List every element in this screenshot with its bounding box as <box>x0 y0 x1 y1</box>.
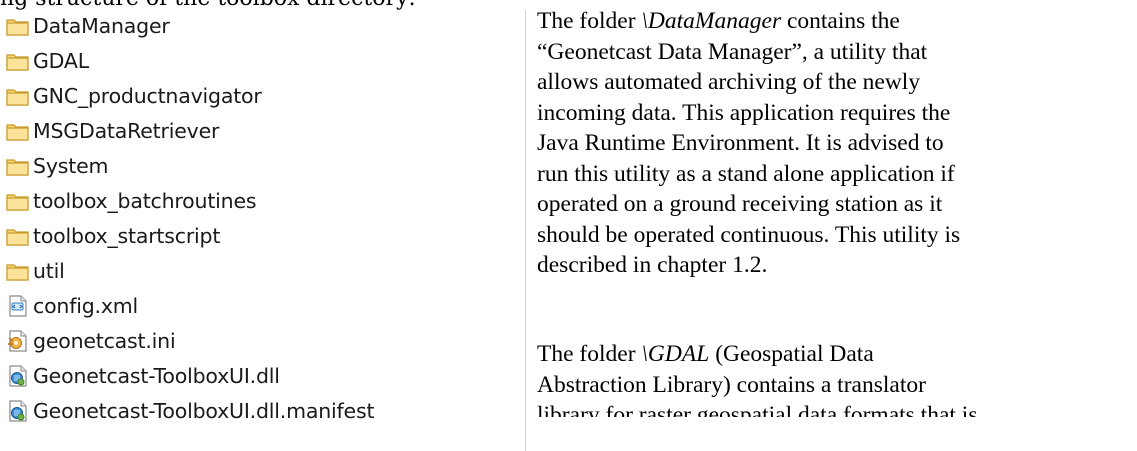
folder-icon <box>6 260 30 282</box>
file-name-label: toolbox_batchroutines <box>33 189 257 213</box>
file-name-label: util <box>33 259 65 283</box>
text-line: The folder \GDAL (Geospatial Data <box>537 339 1137 370</box>
text-line: described in chapter 1.2. <box>537 252 768 278</box>
list-item-folder-gnc-productnavigator[interactable]: GNC_productnavigator <box>6 80 262 112</box>
text-line: incoming data. This application requires… <box>537 99 951 126</box>
list-item-folder-msgdataretriever[interactable]: MSGDataRetriever <box>6 115 219 147</box>
text-run: (Geospatial Data <box>709 341 874 367</box>
file-name-label: Geonetcast-ToolboxUI.dll <box>33 364 280 388</box>
file-name-label: System <box>33 154 109 178</box>
ini-file-icon <box>6 330 30 352</box>
list-item-file-geonetcast-toolboxui-dll[interactable]: Geonetcast-ToolboxUI.dll <box>6 360 280 392</box>
dll-file-icon <box>6 365 30 387</box>
folder-icon <box>6 120 30 142</box>
text-line: Java Runtime Environment. It is advised … <box>537 130 944 156</box>
file-name-label: MSGDataRetriever <box>33 119 220 143</box>
list-item-folder-toolbox-startscript[interactable]: toolbox_startscript <box>6 220 220 252</box>
list-item-folder-toolbox-batchroutines[interactable]: toolbox_batchroutines <box>6 185 257 217</box>
folder-icon <box>6 155 30 177</box>
folder-icon <box>6 225 30 247</box>
folder-icon <box>6 85 30 107</box>
text-run: contains the <box>781 8 900 34</box>
italic-folder-name: \DataManager <box>641 8 782 34</box>
explorer-file-list: DataManager GDAL GNC_productnavigator MS… <box>0 10 526 451</box>
file-name-label: config.xml <box>33 294 139 318</box>
text-line-cut-off: library for raster geospatial data forma… <box>537 402 978 417</box>
text-run: The folder <box>537 341 642 367</box>
folder-icon <box>6 50 30 72</box>
description-text: The folder \DataManager contains the “Ge… <box>537 0 1137 451</box>
text-line: “Geonetcast Data Manager”, a utility tha… <box>537 38 928 65</box>
text-line: Abstraction Library) contains a translat… <box>537 371 926 398</box>
file-name-label: Geonetcast-ToolboxUI.dll.manifest <box>33 399 375 423</box>
text-line: The folder \DataManager contains the <box>537 6 1137 37</box>
file-name-label: GDAL <box>33 49 89 73</box>
text-line: operated on a ground receiving station a… <box>537 191 943 217</box>
list-item-folder-datamanager[interactable]: DataManager <box>6 10 170 42</box>
list-item-file-geonetcast-toolboxui-dll-manifest[interactable]: Geonetcast-ToolboxUI.dll.manifest <box>6 395 374 427</box>
list-item-file-config-xml[interactable]: config.xml <box>6 290 138 322</box>
folder-icon <box>6 15 30 37</box>
list-item-file-geonetcast-ini[interactable]: geonetcast.ini <box>6 325 176 357</box>
list-item-folder-util[interactable]: util <box>6 255 65 287</box>
text-line: should be operated continuous. This util… <box>537 221 961 248</box>
list-item-folder-system[interactable]: System <box>6 150 108 182</box>
paragraph-gdal: The folder \GDAL (Geospatial Data Abstra… <box>537 339 1137 417</box>
file-name-label: toolbox_startscript <box>33 224 221 248</box>
paragraph-datamanager: The folder \DataManager contains the “Ge… <box>537 6 1137 281</box>
text-line: run this utility as a stand alone applic… <box>537 160 955 187</box>
xml-file-icon <box>6 295 30 317</box>
dll-file-icon <box>6 400 30 422</box>
list-item-folder-gdal[interactable]: GDAL <box>6 45 89 77</box>
text-line: allows automated archiving of the newly <box>537 69 921 95</box>
file-name-label: GNC_productnavigator <box>33 84 262 108</box>
file-name-label: DataManager <box>33 14 170 38</box>
text-run: The folder <box>537 8 642 34</box>
file-name-label: geonetcast.ini <box>33 329 176 353</box>
folder-icon <box>6 190 30 212</box>
italic-folder-name: \GDAL <box>641 341 710 367</box>
